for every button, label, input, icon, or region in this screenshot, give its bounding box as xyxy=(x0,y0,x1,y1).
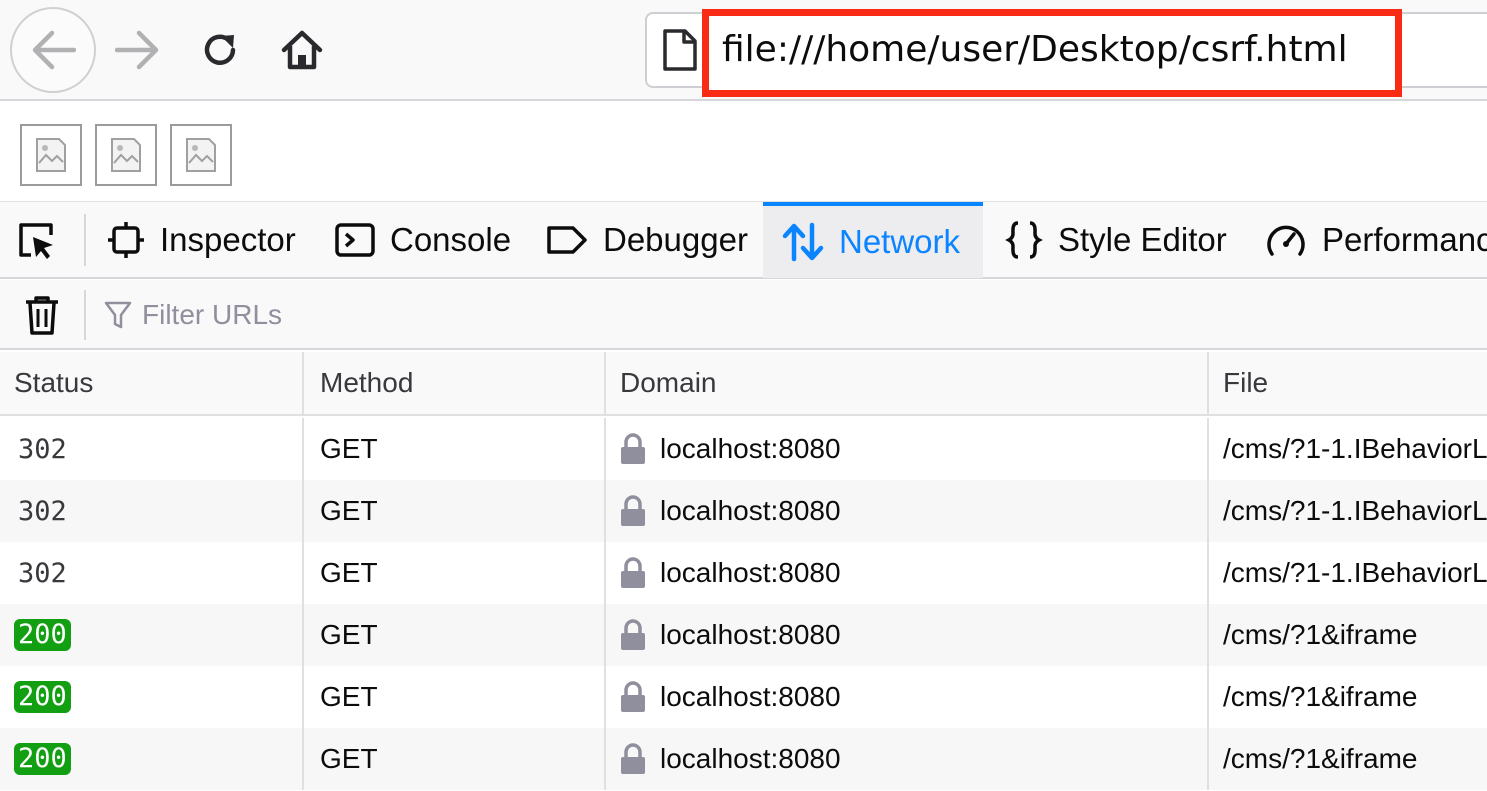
broken-image-icon xyxy=(20,124,82,186)
file-cell: /cms/?1&iframe xyxy=(1207,728,1487,790)
column-header-domain[interactable]: Domain xyxy=(604,352,1207,414)
domain-text: localhost:8080 xyxy=(660,433,841,464)
page-icon xyxy=(662,28,702,74)
tab-label: Inspector xyxy=(160,221,296,258)
table-row[interactable]: 302 GET localhost:8080 /cms/?1-1.IBehavi… xyxy=(0,480,1487,542)
performance-icon xyxy=(1267,225,1305,256)
broken-image-icon xyxy=(170,124,232,186)
status-cell: 302 xyxy=(0,480,302,542)
filter-placeholder: Filter URLs xyxy=(142,299,283,330)
clear-button[interactable] xyxy=(18,292,66,338)
domain-text: localhost:8080 xyxy=(660,495,841,526)
status-cell: 200 xyxy=(0,604,302,666)
domain-cell: localhost:8080 xyxy=(604,728,1207,790)
console-icon xyxy=(335,223,375,257)
style-editor-icon xyxy=(1005,221,1043,259)
filter-icon xyxy=(104,301,132,329)
domain-cell: localhost:8080 xyxy=(604,542,1207,604)
column-header-file[interactable]: File xyxy=(1207,352,1487,414)
filter-urls-input[interactable]: Filter URLs xyxy=(104,290,704,340)
tab-label: Debugger xyxy=(603,221,748,258)
url-text[interactable]: file:///home/user/Desktop/csrf.html xyxy=(722,22,1348,78)
column-header-status[interactable]: Status xyxy=(0,352,302,414)
lock-icon xyxy=(621,433,645,464)
table-row[interactable]: 200 GET localhost:8080 /cms/?1&iframe xyxy=(0,728,1487,790)
status-code: 302 xyxy=(18,495,67,527)
reload-button[interactable] xyxy=(188,18,252,82)
status-cell: 200 xyxy=(0,728,302,790)
tab-separator xyxy=(84,214,86,266)
table-row[interactable]: 200 GET localhost:8080 /cms/?1&iframe xyxy=(0,666,1487,728)
toolbar-separator xyxy=(84,290,86,340)
browser-toolbar: file:///home/user/Desktop/csrf.html xyxy=(0,0,1487,101)
domain-cell: localhost:8080 xyxy=(604,480,1207,542)
domain-cell: localhost:8080 xyxy=(604,666,1207,728)
tab-performance[interactable]: Performance xyxy=(1264,202,1487,278)
method-cell: GET xyxy=(302,418,604,480)
domain-text: localhost:8080 xyxy=(660,681,841,712)
element-picker-button[interactable] xyxy=(10,202,76,278)
tab-debugger[interactable]: Debugger xyxy=(545,202,748,278)
file-cell: /cms/?1-1.IBehaviorL xyxy=(1207,418,1487,480)
network-icon xyxy=(782,222,824,262)
tab-label: Style Editor xyxy=(1058,221,1227,258)
domain-cell: localhost:8080 xyxy=(604,604,1207,666)
table-row[interactable]: 302 GET localhost:8080 /cms/?1-1.IBehavi… xyxy=(0,542,1487,604)
inspector-icon xyxy=(108,222,144,258)
home-button[interactable] xyxy=(268,18,336,82)
method-cell: GET xyxy=(302,542,604,604)
page-content-images xyxy=(20,124,232,186)
status-cell: 302 xyxy=(0,418,302,480)
file-cell: /cms/?1&iframe xyxy=(1207,604,1487,666)
status-code: 302 xyxy=(18,433,67,465)
lock-icon xyxy=(621,619,645,650)
domain-cell: localhost:8080 xyxy=(604,418,1207,480)
table-row[interactable]: 200 GET localhost:8080 /cms/?1&iframe xyxy=(0,604,1487,666)
table-header: Status Method Domain File xyxy=(0,352,1487,416)
method-cell: GET xyxy=(302,728,604,790)
method-cell: GET xyxy=(302,480,604,542)
tab-console[interactable]: Console xyxy=(334,202,511,278)
back-button[interactable] xyxy=(10,7,96,93)
status-code-badge: 200 xyxy=(14,681,71,713)
back-arrow-icon xyxy=(32,30,76,70)
reload-icon xyxy=(204,34,236,65)
method-cell: GET xyxy=(302,604,604,666)
broken-image-icon xyxy=(95,124,157,186)
element-picker-icon xyxy=(19,223,53,259)
forward-button[interactable] xyxy=(108,18,168,82)
debugger-icon xyxy=(547,226,587,254)
lock-icon xyxy=(621,681,645,712)
tab-inspector[interactable]: Inspector xyxy=(106,202,296,278)
status-code: 302 xyxy=(18,557,67,589)
table-row[interactable]: 302 GET localhost:8080 /cms/?1-1.IBehavi… xyxy=(0,418,1487,480)
tab-label: Console xyxy=(390,221,512,258)
file-cell: /cms/?1&iframe xyxy=(1207,666,1487,728)
tab-label: Network xyxy=(839,223,961,260)
trash-icon xyxy=(26,296,58,335)
lock-icon xyxy=(621,557,645,588)
tab-label: Performance xyxy=(1322,221,1487,258)
status-cell: 302 xyxy=(0,542,302,604)
method-cell: GET xyxy=(302,666,604,728)
column-header-method[interactable]: Method xyxy=(302,352,604,414)
status-code-badge: 200 xyxy=(14,619,71,651)
domain-text: localhost:8080 xyxy=(660,557,841,588)
domain-text: localhost:8080 xyxy=(660,743,841,774)
status-cell: 200 xyxy=(0,666,302,728)
devtools-tab-bar: Inspector Console Debugger Network Style… xyxy=(0,201,1487,279)
file-cell: /cms/?1-1.IBehaviorL xyxy=(1207,480,1487,542)
lock-icon xyxy=(621,495,645,526)
status-code-badge: 200 xyxy=(14,743,71,775)
network-toolbar: Filter URLs xyxy=(0,280,1487,350)
home-icon xyxy=(281,30,323,70)
tab-network[interactable]: Network xyxy=(763,202,983,278)
forward-arrow-icon xyxy=(115,30,159,70)
lock-icon xyxy=(621,743,645,774)
domain-text: localhost:8080 xyxy=(660,619,841,650)
file-cell: /cms/?1-1.IBehaviorL xyxy=(1207,542,1487,604)
tab-style-editor[interactable]: Style Editor xyxy=(1004,202,1227,278)
